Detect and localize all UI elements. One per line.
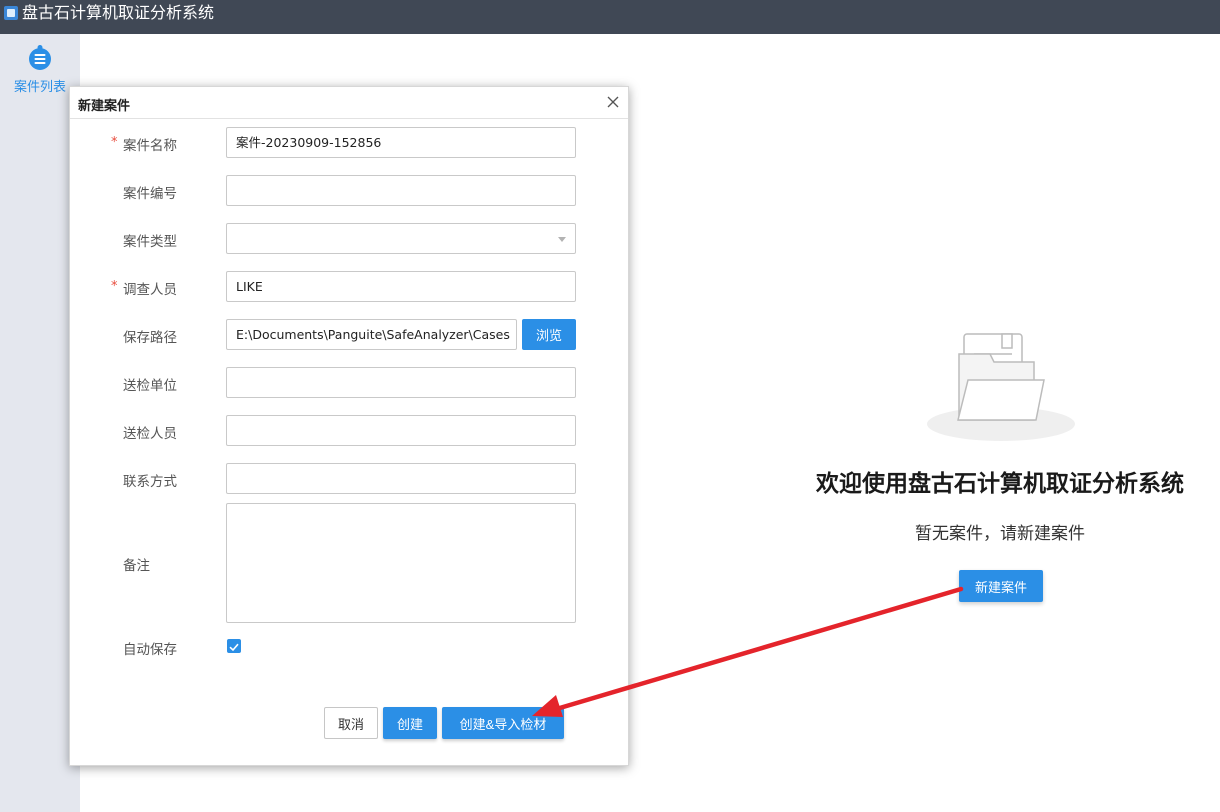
investigator-label-text: 调查人员 [123,282,177,298]
title-bar: 盘古石计算机取证分析系统 [0,0,1220,34]
checkmark-icon [229,643,239,652]
required-marker: * [111,135,118,150]
required-marker: * [111,279,118,294]
save-path-label: 保存路径 [123,330,177,346]
submitting-unit-input[interactable] [226,367,576,398]
notes-label: 备注 [123,558,150,574]
investigator-label: * 调查人员 [111,278,177,298]
case-name-label-text: 案件名称 [123,138,177,154]
auto-save-label: 自动保存 [123,642,177,658]
case-type-select[interactable] [226,223,576,254]
dialog-header: 新建案件 [70,87,628,119]
submitter-input[interactable] [226,415,576,446]
dialog-title: 新建案件 [78,99,131,114]
create-button[interactable]: 创建 [383,707,437,739]
case-name-input[interactable]: 案件-20230909-152856 [226,127,576,158]
app-title: 盘古石计算机取证分析系统 [22,3,215,22]
welcome-subtitle: 暂无案件，请新建案件 [915,524,1085,544]
contact-label: 联系方式 [123,474,177,490]
close-icon[interactable] [604,93,622,111]
welcome-title: 欢迎使用盘古石计算机取证分析系统 [816,471,1184,497]
browse-button[interactable]: 浏览 [522,319,576,350]
auto-save-checkbox[interactable] [227,639,241,653]
save-path-input[interactable]: E:\Documents\Panguite\SafeAnalyzer\Cases [226,319,517,350]
new-case-dialog: 新建案件 * 案件名称 案件-20230909-152856 案件编号 案件类型… [69,86,629,766]
case-list-icon [27,44,53,76]
case-number-label: 案件编号 [123,186,177,202]
sidebar: 案件列表 [0,34,80,812]
case-name-label: * 案件名称 [111,134,177,154]
cancel-button[interactable]: 取消 [324,707,378,739]
app-logo-icon [4,6,18,20]
create-import-button[interactable]: 创建&导入检材 [442,707,564,739]
submitting-unit-label: 送检单位 [123,378,177,394]
sidebar-item-label: 案件列表 [13,80,66,95]
case-type-label: 案件类型 [123,234,177,250]
notes-textarea[interactable] [226,503,576,623]
sidebar-item-case-list[interactable]: 案件列表 [0,36,80,100]
new-case-button[interactable]: 新建案件 [959,570,1043,602]
contact-input[interactable] [226,463,576,494]
investigator-input[interactable]: LIKE [226,271,576,302]
chevron-down-icon [558,237,566,242]
submitter-label: 送检人员 [123,426,177,442]
case-number-input[interactable] [226,175,576,206]
empty-folder-icon [922,328,1082,450]
